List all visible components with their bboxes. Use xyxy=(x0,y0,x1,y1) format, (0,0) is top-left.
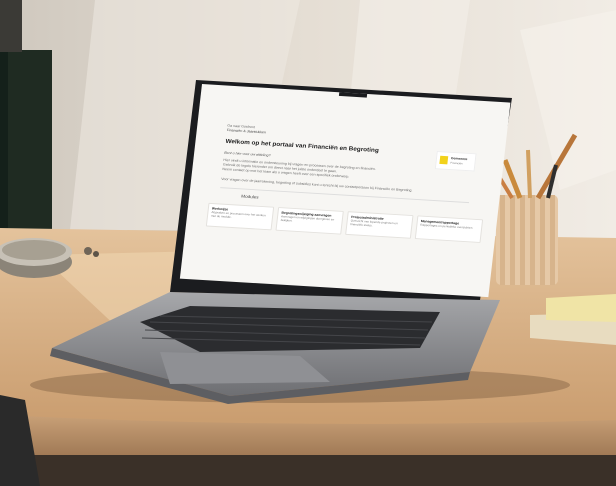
card-description: Afspraken en processen over het werken m… xyxy=(210,210,266,219)
intro-question: Bent u hier voor uw afdeling? xyxy=(224,150,271,158)
photo-scene: Ga naar Gosfront Financiën & Jaarstukken… xyxy=(0,0,616,486)
module-card-managementrapportage[interactable]: Managementrapportage Rapportages en peri… xyxy=(414,215,484,243)
laptop-screen: Ga naar Gosfront Financiën & Jaarstukken… xyxy=(179,84,511,298)
module-card-begrotingswijziging[interactable]: Begrotingswijziging aanvragen Aanvragen … xyxy=(275,207,344,235)
card-description: Overzicht van lopende projecten en finan… xyxy=(350,218,398,227)
logo-subtitle: Financiën xyxy=(450,160,463,166)
logo-mark-icon xyxy=(439,155,449,165)
card-description: Aanvragen en wijzigingen doorgeven en be… xyxy=(280,214,335,223)
card-description: Rapportages en periodieke overzichten. xyxy=(420,222,474,230)
section-label: Modules xyxy=(241,193,259,200)
laptop-screen-frame: Ga naar Gosfront Financiën & Jaarstukken… xyxy=(0,0,616,486)
intro-note: Voor vragen over de jaarrekening, begrot… xyxy=(221,177,413,193)
camera-notch xyxy=(338,92,368,98)
header-breadcrumb[interactable]: Financiën & Jaarstukken xyxy=(227,128,267,134)
module-card-werkwijze[interactable]: Werkwijze Afspraken en processen over he… xyxy=(205,202,275,231)
organization-logo: Gemeente Financiën xyxy=(434,151,477,172)
module-card-projectadministratie[interactable]: Projectadministratie Overzicht van lopen… xyxy=(345,211,414,239)
